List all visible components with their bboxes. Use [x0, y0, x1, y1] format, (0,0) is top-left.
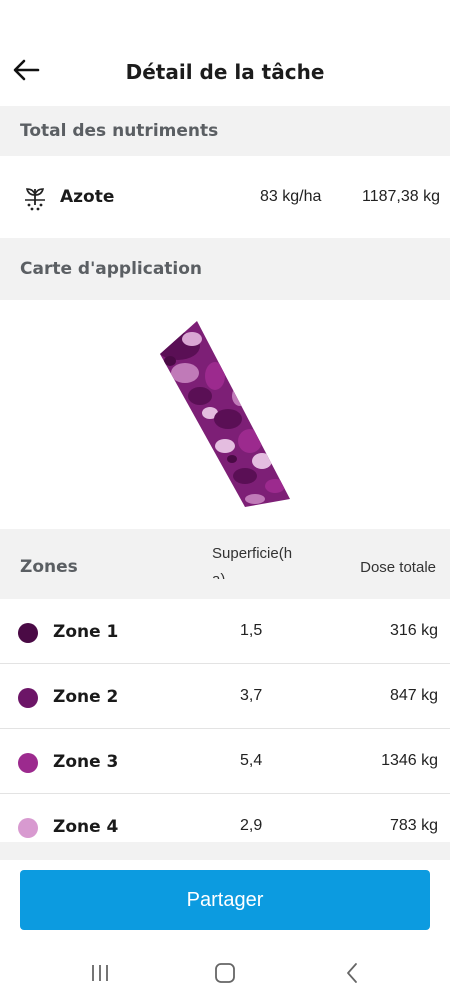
zone-row: Zone 1 1,5 316 kg	[0, 599, 450, 664]
zone-row: Zone 3 5,4 1346 kg	[0, 729, 450, 794]
map-section-title: Carte d'application	[0, 238, 450, 300]
zone-name: Zone 4	[53, 817, 119, 837]
zone-dose: 1346 kg	[381, 752, 438, 769]
nutrient-name: Azote	[60, 187, 115, 207]
zone-name: Zone 1	[53, 622, 119, 642]
column-header-dose: Dose totale	[360, 559, 436, 576]
application-map[interactable]	[0, 301, 450, 529]
column-header-area: Superficie(ha)	[212, 545, 293, 579]
column-header-zones: Zones	[20, 557, 78, 577]
back-chevron-icon[interactable]	[332, 959, 372, 987]
zone-area: 1,5	[240, 622, 263, 639]
footer-divider	[0, 842, 450, 860]
zone-row: Zone 4 2,9 783 kg	[0, 794, 450, 842]
share-button[interactable]: Partager	[20, 870, 430, 930]
field-map-image	[160, 321, 290, 507]
zone-color-dot	[18, 623, 38, 643]
zone-color-dot	[18, 753, 38, 773]
zone-color-dot	[18, 688, 38, 708]
top-app-bar: Détail de la tâche	[0, 40, 450, 104]
plant-nutrient-icon	[22, 185, 48, 211]
zone-dose: 783 kg	[389, 817, 438, 834]
zone-area: 2,9	[240, 817, 263, 834]
system-navigation-bar	[0, 945, 450, 1000]
nutrient-row: Azote 83 kg/ha 1187,38 kg	[0, 157, 450, 237]
nutrient-rate: 83 kg/ha	[260, 188, 322, 205]
recent-apps-icon[interactable]	[80, 959, 120, 987]
zone-area: 3,7	[240, 687, 263, 704]
page-title: Détail de la tâche	[125, 60, 325, 84]
home-icon[interactable]	[205, 959, 245, 987]
zone-color-dot	[18, 818, 38, 838]
zone-dose: 316 kg	[389, 622, 438, 639]
zone-name: Zone 3	[53, 752, 119, 772]
zones-table-header: Zones Superficie(ha) Dose totale	[0, 529, 450, 599]
zone-row: Zone 2 3,7 847 kg	[0, 664, 450, 729]
nutrient-total: 1187,38 kg	[362, 188, 440, 205]
zones-list[interactable]: Zone 1 1,5 316 kg Zone 2 3,7 847 kg Zone…	[0, 599, 450, 842]
zone-dose: 847 kg	[389, 687, 438, 704]
zone-area: 5,4	[240, 752, 263, 769]
zone-name: Zone 2	[53, 687, 119, 707]
nutrients-section-title: Total des nutriments	[0, 106, 450, 156]
